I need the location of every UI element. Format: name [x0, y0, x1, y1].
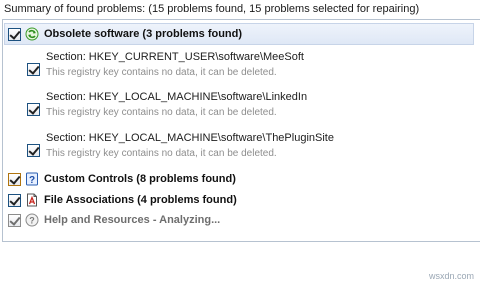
list-item[interactable]: Section: HKEY_CURRENT_USER\software\MeeS…	[23, 45, 463, 85]
summary-text: Summary of found problems: (15 problems …	[4, 3, 420, 15]
item-checkbox[interactable]	[27, 63, 40, 76]
group-title-help-resources: Help and Resources - Analyzing...	[44, 214, 221, 226]
group-title-obsolete-software: Obsolete software (3 problems found)	[44, 28, 243, 40]
problems-list: Obsolete software (3 problems found) Sec…	[2, 19, 480, 242]
item-description: This registry key contains no data, it c…	[46, 107, 277, 118]
group-custom-controls[interactable]: ? Custom Controls (8 problems found)	[8, 170, 468, 188]
help-circle-icon: ?	[25, 213, 39, 227]
group-checkbox-file-associations[interactable]	[8, 193, 21, 207]
help-book-icon: ?	[25, 172, 39, 186]
item-description: This registry key contains no data, it c…	[46, 67, 277, 78]
item-checkbox[interactable]	[27, 103, 40, 116]
watermark: wsxdn.com	[428, 271, 474, 281]
group-help-resources[interactable]: ? Help and Resources - Analyzing...	[8, 211, 468, 229]
problems-window: Summary of found problems: (15 problems …	[0, 0, 480, 285]
group-file-associations[interactable]: File Associations (4 problems found)	[8, 191, 468, 209]
list-item[interactable]: Section: HKEY_LOCAL_MACHINE\software\The…	[23, 126, 463, 166]
file-icon	[25, 193, 39, 207]
group-checkbox-custom-controls[interactable]	[8, 172, 21, 186]
group-obsolete-software[interactable]: Obsolete software (3 problems found)	[4, 23, 474, 45]
group-title-file-associations: File Associations (4 problems found)	[44, 194, 237, 206]
group-checkbox-obsolete-software[interactable]	[8, 27, 21, 41]
group-checkbox-help-resources[interactable]	[8, 213, 21, 227]
item-section: Section: HKEY_LOCAL_MACHINE\software\Lin…	[46, 91, 308, 103]
item-section: Section: HKEY_CURRENT_USER\software\MeeS…	[46, 51, 304, 63]
list-item[interactable]: Section: HKEY_LOCAL_MACHINE\software\Lin…	[23, 85, 463, 125]
svg-text:?: ?	[29, 175, 35, 186]
svg-text:?: ?	[29, 216, 35, 226]
group-title-custom-controls: Custom Controls (8 problems found)	[44, 173, 236, 185]
item-checkbox[interactable]	[27, 144, 40, 157]
recycle-icon	[25, 27, 39, 41]
item-description: This registry key contains no data, it c…	[46, 148, 277, 159]
item-section: Section: HKEY_LOCAL_MACHINE\software\The…	[46, 132, 334, 144]
